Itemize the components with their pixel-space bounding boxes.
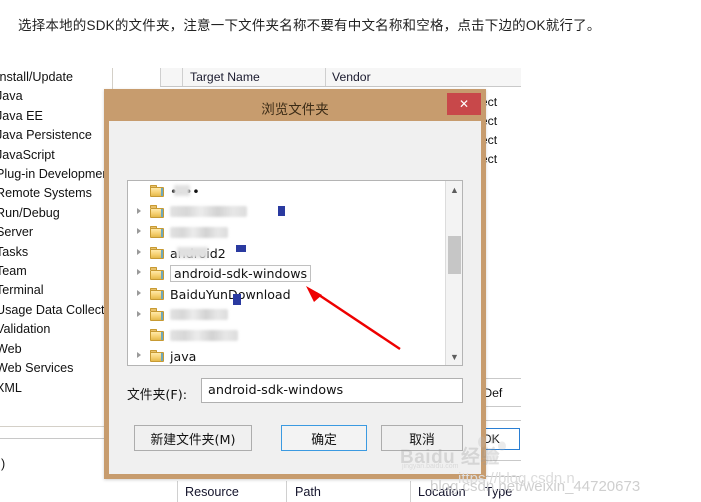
folder-tree[interactable]: •••• ▒▒▒▒▒▒▒▒ ▒▒▒▒▒▒ android2 — [127, 180, 463, 366]
sidebar-item-remote-systems[interactable]: Remote Systems — [0, 184, 112, 203]
column-header-type[interactable]: Type — [485, 485, 512, 499]
folder-icon — [150, 267, 165, 280]
sidebar-lower-glyph: ) — [1, 457, 6, 471]
sidebar-item-server[interactable]: Server — [0, 223, 112, 242]
preferences-sidebar[interactable]: Install/Update Java Java EE Java Persist… — [0, 68, 113, 428]
sidebar-item-run-debug[interactable]: Run/Debug — [0, 204, 112, 223]
dialog-title: 浏览文件夹 — [261, 102, 329, 118]
list-item-selected[interactable]: android-sdk-windows — [128, 263, 445, 284]
list-item-label: ▒▒▒▒▒▒▒ — [170, 329, 238, 341]
chevron-right-icon[interactable] — [137, 289, 141, 296]
list-item[interactable]: ▒▒▒▒▒▒▒▒ — [128, 202, 445, 223]
chevron-right-icon[interactable] — [137, 228, 141, 235]
column-header-target-name[interactable]: Target Name — [190, 70, 260, 84]
confirm-button[interactable]: 确定 — [281, 425, 367, 451]
list-item-label: android-sdk-windows — [170, 265, 312, 283]
column-separator — [182, 68, 183, 86]
chevron-right-icon[interactable] — [137, 310, 141, 317]
list-item-label: java — [170, 348, 197, 364]
folder-icon — [150, 328, 165, 342]
list-item[interactable]: java — [128, 346, 445, 365]
browse-folder-dialog: 浏览文件夹 ✕ •••• ▒▒▒▒▒▒▒▒ — [104, 89, 486, 479]
chevron-right-icon[interactable] — [137, 269, 141, 276]
tree-scrollbar[interactable]: ▲ ▼ — [445, 181, 462, 365]
list-item[interactable]: BaiduYunDownload — [128, 284, 445, 305]
list-item[interactable]: android2 — [128, 243, 445, 264]
column-separator — [325, 68, 326, 86]
column-header-resource[interactable]: Resource — [185, 485, 239, 499]
chevron-right-icon[interactable] — [137, 351, 141, 358]
list-item-label: BaiduYunDownload — [170, 286, 291, 302]
text-cursor-icon — [233, 293, 241, 305]
column-separator — [286, 481, 287, 502]
sidebar-item-team[interactable]: Team — [0, 262, 112, 281]
dialog-body: •••• ▒▒▒▒▒▒▒▒ ▒▒▒▒▒▒ android2 — [109, 121, 481, 474]
sidebar-item-install-update[interactable]: Install/Update — [0, 68, 112, 87]
folder-icon — [150, 225, 165, 239]
sidebar-item-java-ee[interactable]: Java EE — [0, 107, 112, 126]
problems-view-header: Resource Path Location Type — [155, 476, 521, 502]
sidebar-lower-panel: ) — [0, 438, 112, 502]
folder-input[interactable] — [201, 378, 463, 403]
sidebar-item-xml[interactable]: XML — [0, 379, 112, 398]
folder-icon — [150, 308, 165, 321]
scrollbar-thumb[interactable] — [448, 236, 461, 274]
folder-field-label: 文件夹(F): — [127, 388, 188, 403]
column-header-path[interactable]: Path — [295, 485, 321, 499]
folder-tree-list[interactable]: •••• ▒▒▒▒▒▒▒▒ ▒▒▒▒▒▒ android2 — [128, 181, 445, 365]
column-header-vendor[interactable]: Vendor — [332, 70, 371, 84]
list-item-label: ▒▒▒▒▒▒ — [170, 226, 229, 238]
sidebar-item-javascript[interactable]: JavaScript — [0, 146, 112, 165]
folder-icon — [150, 246, 165, 260]
sidebar-item-java-persistence[interactable]: Java Persistence — [0, 126, 112, 145]
new-folder-button[interactable]: 新建文件夹(M) — [134, 425, 252, 451]
column-separator — [160, 68, 161, 86]
page-title: 选择本地的SDK的文件夹，注意一下文件夹名称不要有中文名称和空格，点击下边的OK… — [18, 18, 601, 33]
column-separator — [177, 481, 178, 502]
list-item-label: ▒▒▒▒▒▒▒▒ — [170, 206, 248, 218]
scroll-down-icon[interactable]: ▼ — [446, 348, 462, 365]
sidebar-item-validation[interactable]: Validation — [0, 320, 112, 339]
sidebar-item-web[interactable]: Web — [0, 340, 112, 359]
divider — [462, 86, 521, 87]
list-item[interactable]: ▒▒▒▒▒▒ — [128, 222, 445, 243]
sidebar-divider — [0, 426, 112, 427]
list-item[interactable]: ▒▒▒▒▒▒ — [128, 305, 445, 326]
list-item-label: ▒▒▒▒▒▒ — [170, 309, 229, 321]
text-cursor-icon — [278, 205, 285, 216]
scroll-up-icon[interactable]: ▲ — [446, 181, 462, 198]
cancel-button[interactable]: 取消 — [381, 425, 463, 451]
sidebar-item-usage-data-collector[interactable]: Usage Data Collector — [0, 301, 112, 320]
chevron-right-icon[interactable] — [137, 248, 141, 255]
dialog-titlebar[interactable]: 浏览文件夹 ✕ — [109, 93, 481, 121]
sidebar-item-tasks[interactable]: Tasks — [0, 243, 112, 262]
list-item[interactable]: •••• — [128, 181, 445, 202]
list-item-label: •••• — [170, 183, 200, 199]
folder-icon — [150, 287, 165, 301]
chevron-right-icon[interactable] — [137, 207, 141, 214]
list-item[interactable]: ▒▒▒▒▒▒▒ — [128, 325, 445, 346]
target-table-header: Target Name Vendor — [160, 68, 521, 87]
sidebar-item-java[interactable]: Java — [0, 87, 112, 106]
sidebar-item-terminal[interactable]: Terminal — [0, 281, 112, 300]
column-separator — [410, 481, 411, 502]
sidebar-item-web-services[interactable]: Web Services — [0, 359, 112, 378]
folder-icon — [150, 349, 165, 363]
column-header-location[interactable]: Location — [418, 485, 466, 499]
close-icon[interactable]: ✕ — [447, 93, 481, 115]
list-item-label: android2 — [170, 245, 226, 261]
text-cursor-icon — [236, 244, 246, 252]
sidebar-item-plugin-development[interactable]: Plug-in Development — [0, 165, 112, 184]
folder-icon — [150, 184, 165, 198]
folder-icon — [150, 205, 165, 218]
